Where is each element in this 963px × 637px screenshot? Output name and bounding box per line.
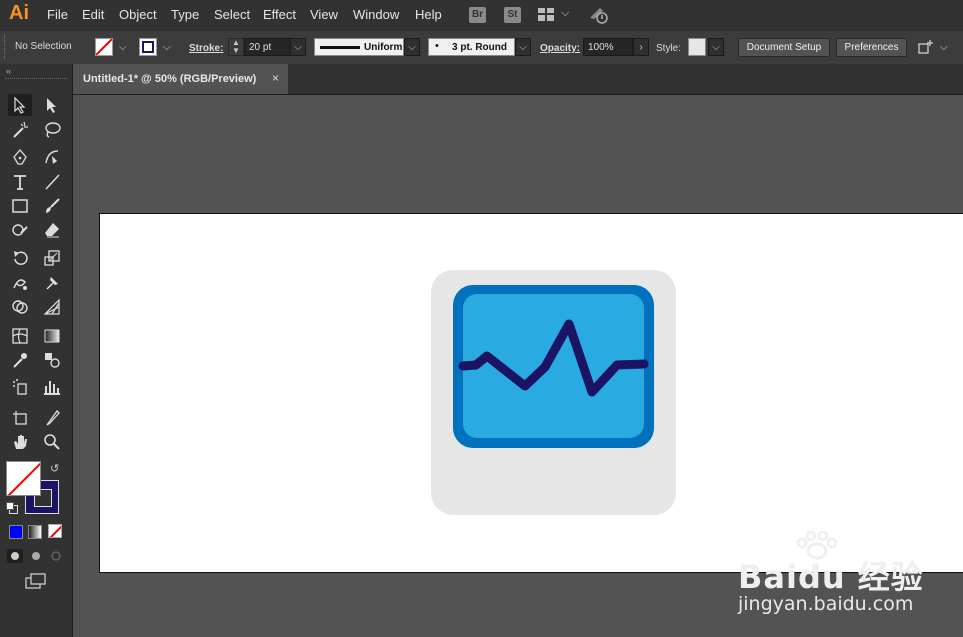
paw-logo-icon xyxy=(796,531,838,560)
tools-panel: « ↺ xyxy=(0,64,73,637)
hand-tool[interactable] xyxy=(8,431,32,453)
bridge-button[interactable]: Br xyxy=(469,7,486,23)
sync-settings-icon[interactable] xyxy=(588,6,610,24)
menu-file[interactable]: File xyxy=(47,7,68,22)
document-tab-title: Untitled-1* @ 50% (RGB/Preview) xyxy=(83,73,257,85)
warp-tool[interactable] xyxy=(8,272,32,294)
arrange-chevron-down-icon[interactable]: ⌵ xyxy=(940,42,948,53)
graphic-style-swatch[interactable] xyxy=(688,38,706,56)
opacity-chevron-right-icon[interactable]: › xyxy=(633,38,649,56)
change-screen-mode-icon[interactable] xyxy=(24,572,48,595)
fill-color-box[interactable] xyxy=(6,461,41,496)
collapse-toolbox-icon[interactable]: « xyxy=(6,66,11,76)
document-setup-button[interactable]: Document Setup xyxy=(738,38,830,57)
preferences-button[interactable]: Preferences xyxy=(836,38,907,57)
menu-object[interactable]: Object xyxy=(119,7,157,22)
menu-help[interactable]: Help xyxy=(415,7,442,22)
menu-bar: Ai File Edit Object Type Select Effect V… xyxy=(0,0,963,31)
mesh-tool[interactable] xyxy=(8,325,32,347)
brush-definition-dropdown[interactable]: • 3 pt. Round xyxy=(428,38,515,56)
selection-tool[interactable] xyxy=(8,94,32,116)
workspace-chevron-down-icon[interactable]: ⌵ xyxy=(561,7,569,20)
panel-grip[interactable] xyxy=(4,35,7,59)
rotate-tool[interactable] xyxy=(8,247,32,269)
brush-label: 3 pt. Round xyxy=(452,42,507,53)
menu-type[interactable]: Type xyxy=(171,7,199,22)
document-tab[interactable]: Untitled-1* @ 50% (RGB/Preview) × xyxy=(73,64,288,94)
profile-label: Uniform xyxy=(364,42,403,53)
stroke-weight-input[interactable]: 20 pt xyxy=(244,38,291,56)
stroke-chevron-down-icon[interactable]: ⌵ xyxy=(163,42,171,53)
draw-behind-button[interactable] xyxy=(28,549,44,563)
stroke-label[interactable]: Stroke: xyxy=(189,43,223,54)
artboard-tool[interactable] xyxy=(8,407,32,429)
gradient-tool[interactable] xyxy=(40,325,64,347)
zoom-tool[interactable] xyxy=(40,431,64,453)
stroke-swatch[interactable] xyxy=(139,38,157,56)
swap-fill-stroke-icon[interactable]: ↺ xyxy=(50,462,59,475)
fill-chevron-down-icon[interactable]: ⌵ xyxy=(119,42,127,53)
line-segment-tool[interactable] xyxy=(40,171,64,193)
profile-line-preview xyxy=(320,46,360,49)
scale-tool[interactable] xyxy=(40,247,64,269)
symbol-sprayer-tool[interactable] xyxy=(8,376,32,398)
pen-tool[interactable] xyxy=(8,146,32,168)
slice-tool[interactable] xyxy=(40,407,64,429)
shaper-tool[interactable] xyxy=(8,219,32,241)
puppet-warp-tool[interactable] xyxy=(40,272,64,294)
heartbeat-monitor-artwork[interactable] xyxy=(430,269,677,516)
style-chevron-down-icon[interactable]: ⌵ xyxy=(708,38,724,56)
app-logo: Ai xyxy=(9,2,29,24)
stroke-weight-dropdown[interactable]: ⌵ xyxy=(290,38,306,56)
curvature-tool[interactable] xyxy=(40,146,64,168)
color-mode-button[interactable] xyxy=(9,525,23,539)
width-profile-dropdown[interactable]: Uniform xyxy=(314,38,404,56)
shape-builder-tool[interactable] xyxy=(8,296,32,318)
eraser-tool[interactable] xyxy=(40,219,64,241)
menu-effect[interactable]: Effect xyxy=(263,7,296,22)
fill-swatch[interactable] xyxy=(95,38,113,56)
gradient-mode-button[interactable] xyxy=(28,525,42,539)
eyedropper-tool[interactable] xyxy=(8,349,32,371)
document-tab-strip: Untitled-1* @ 50% (RGB/Preview) × xyxy=(73,64,963,95)
magic-wand-tool[interactable] xyxy=(8,119,32,141)
direct-selection-tool[interactable] xyxy=(40,94,64,116)
menu-window[interactable]: Window xyxy=(353,7,399,22)
baidu-watermark-url: jingyan.baidu.com xyxy=(738,593,914,615)
column-graph-tool[interactable] xyxy=(40,376,64,398)
opacity-input[interactable]: 100% xyxy=(583,38,633,56)
none-mode-button[interactable] xyxy=(48,524,62,538)
paintbrush-tool[interactable] xyxy=(40,195,64,217)
perspective-grid-tool[interactable] xyxy=(40,296,64,318)
type-tool[interactable] xyxy=(8,171,32,193)
menu-view[interactable]: View xyxy=(310,7,338,22)
profile-chevron-down-icon[interactable]: ⌵ xyxy=(404,38,420,56)
stock-button[interactable]: St xyxy=(504,7,521,23)
selection-status: No Selection xyxy=(15,41,72,52)
lasso-tool[interactable] xyxy=(40,119,64,141)
control-bar: No Selection ⌵ ⌵ Stroke: ▲ ▼ 20 pt ⌵ Unif… xyxy=(0,31,963,65)
style-label: Style: xyxy=(656,43,682,54)
toolbox-grip[interactable] xyxy=(5,78,67,81)
opacity-label[interactable]: Opacity: xyxy=(540,43,580,54)
draw-normal-button[interactable] xyxy=(7,549,23,563)
arrange-documents-icon[interactable] xyxy=(917,40,935,56)
draw-inside-button[interactable] xyxy=(48,549,64,563)
menu-edit[interactable]: Edit xyxy=(82,7,104,22)
workspace-switcher-icon[interactable] xyxy=(538,8,554,21)
blend-tool[interactable] xyxy=(40,349,64,371)
close-tab-icon[interactable]: × xyxy=(272,71,279,85)
brush-chevron-down-icon[interactable]: ⌵ xyxy=(515,38,531,56)
default-fill-stroke-icon[interactable] xyxy=(6,502,18,514)
stroke-weight-stepper[interactable]: ▲ ▼ xyxy=(228,38,244,56)
rectangle-tool[interactable] xyxy=(8,195,32,217)
menu-select[interactable]: Select xyxy=(214,7,250,22)
